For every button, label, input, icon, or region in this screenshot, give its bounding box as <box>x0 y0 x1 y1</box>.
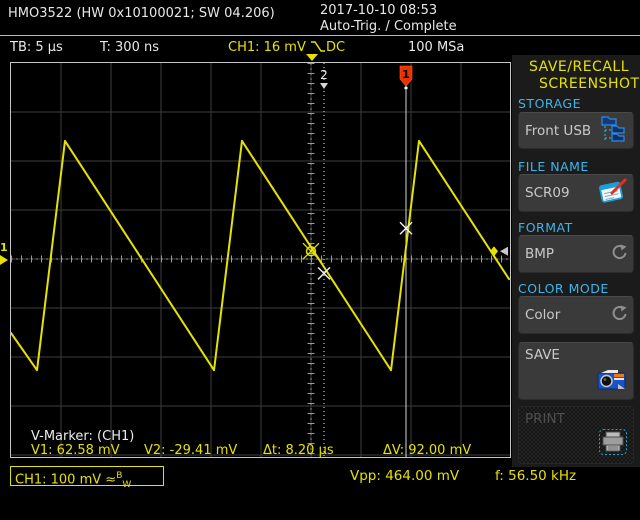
oscilloscope-screen: HMO3522 (HW 0x10100021; SW 04.206) 2017-… <box>0 0 640 520</box>
colormode-button[interactable]: Color <box>518 296 634 334</box>
format-label: FORMAT <box>518 220 573 235</box>
vmarker2-label: 2 <box>320 68 328 82</box>
graticule <box>11 63 510 457</box>
save-button-label: SAVE <box>525 347 560 363</box>
storage-button[interactable]: Front USB <box>518 112 634 149</box>
colormode-label: COLOR MODE <box>518 281 609 296</box>
trigger-time-flag[interactable]: 1 <box>400 66 412 90</box>
dt-readout: Δt: 8.20 µs <box>263 443 334 458</box>
falling-slope-icon <box>310 40 326 53</box>
ch1-scale-text: CH1: 100 mV <box>15 472 101 487</box>
v1-readout: V1: 62.58 mV <box>31 443 120 458</box>
sample-rate-readout: 100 MSa <box>408 40 464 55</box>
camera-icon <box>597 369 627 395</box>
datetime: 2017-10-10 08:53 <box>320 3 437 18</box>
ch1-marker-label: 1 <box>0 241 8 254</box>
usb-folders-icon <box>601 114 627 147</box>
vmarker2-arrow-icon <box>320 83 328 89</box>
marker-measurement-title: V-Marker: (CH1) <box>31 429 134 444</box>
timebase-readout: TB: 5 µs <box>10 40 63 55</box>
v2-readout: V2: -29.41 mV <box>144 443 237 458</box>
filename-value: SCR09 <box>525 185 570 201</box>
colormode-value: Color <box>525 307 560 323</box>
edit-notepad-icon <box>597 177 627 209</box>
softmenu-sidebar: SAVE/RECALL SCREENSHOTS STORAGE Front US… <box>512 55 640 467</box>
print-button: PRINT <box>518 406 634 464</box>
format-value: BMP <box>525 246 554 262</box>
trigger-position-marker[interactable] <box>306 54 318 61</box>
header-divider <box>0 35 640 36</box>
filename-label: FILE NAME <box>518 159 589 174</box>
menu-title: SAVE/RECALL <box>529 59 629 75</box>
filename-button[interactable]: SCR09 <box>518 174 634 212</box>
trigger-source-readout: CH1: 16 mV DC <box>228 40 345 55</box>
waveform-svg: 2 1 <box>11 63 510 457</box>
trigger-coupling-text: DC <box>326 40 345 55</box>
printer-icon <box>599 429 627 459</box>
trigger-flag-label: 1 <box>402 68 410 81</box>
ch1-position-marker[interactable]: 1 <box>0 242 10 265</box>
dv-readout: ΔV: 92.00 mV <box>383 443 471 458</box>
ch1-scale-box[interactable]: CH1: 100 mV ≈BW <box>10 466 164 486</box>
cycle-arrow-icon <box>610 305 627 326</box>
ch1-waveform <box>11 141 509 370</box>
menu-subtitle: SCREENSHOTS <box>539 76 640 92</box>
print-button-label: PRINT <box>525 411 565 427</box>
cycle-arrow-icon <box>610 244 627 265</box>
trigger-time-readout: T: 300 ns <box>100 40 159 55</box>
vpp-readout: Vpp: 464.00 mV <box>350 468 459 484</box>
storage-label: STORAGE <box>518 96 581 111</box>
right-arrow-icon <box>0 255 8 265</box>
save-button[interactable]: SAVE <box>518 342 634 400</box>
format-button[interactable]: BMP <box>518 235 634 273</box>
trigger-level-text: CH1: 16 mV <box>228 40 306 55</box>
frequency-readout: f: 56.50 kHz <box>495 468 576 484</box>
trigger-status: Auto-Trig. / Complete <box>320 19 457 34</box>
ac-coupling-icon: ≈ <box>105 472 116 487</box>
device-title: HMO3522 (HW 0x10100021; SW 04.206) <box>8 6 275 21</box>
bw-limit-icon-w: W <box>122 480 131 490</box>
waveform-display: 2 1 V-Marker: (CH1) V1: 62.58 mV V2: -29… <box>10 62 511 458</box>
storage-value: Front USB <box>525 123 591 139</box>
